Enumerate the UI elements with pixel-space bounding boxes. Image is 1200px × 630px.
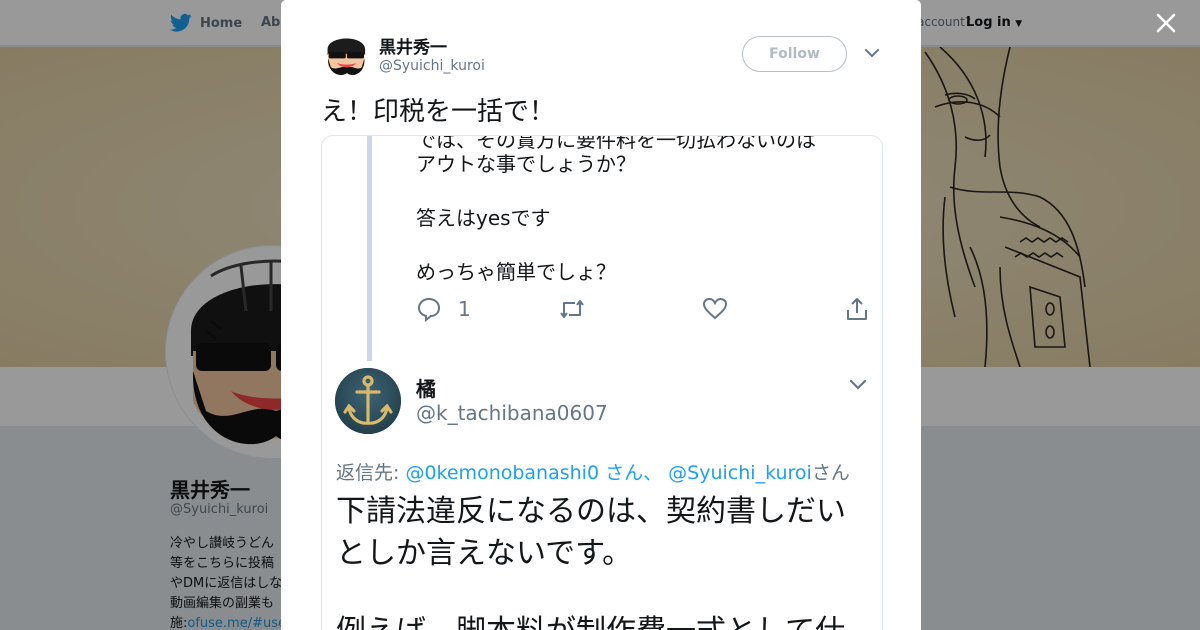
mention-link: @0kemonobanashi0 [405, 462, 600, 484]
reply-to-prefix: 返信先: [336, 462, 400, 484]
mention-link: @Syuichi_kuroi [668, 462, 812, 484]
chevron-down-icon [849, 379, 867, 390]
retweet-icon [560, 300, 584, 318]
author-avatar[interactable] [323, 31, 369, 77]
tweet-text: え！印税を一括で！ [321, 97, 556, 127]
chevron-down-icon[interactable] [863, 44, 881, 62]
author-name[interactable]: 黒井秀一 [379, 33, 447, 58]
reply-user-handle: @k_tachibana0607 [416, 401, 608, 425]
screenshot-line: 答えはyesです [416, 206, 551, 230]
mention-suffix: さん [811, 462, 850, 484]
share-icon [847, 298, 867, 320]
mention-suffix: さん、 [605, 462, 663, 484]
screenshot-line: アウトな事でしょうか？ [416, 152, 636, 176]
reply-body-line: 下請法違反になるのは、契約書しだい [336, 494, 846, 529]
author-handle[interactable]: @Syuichi_kuroi [379, 58, 485, 74]
close-icon [1156, 13, 1176, 33]
share-action [844, 296, 870, 322]
reply-user-avatar [335, 368, 401, 434]
screenshot-line: めっちゃ簡単でしょ？ [416, 260, 616, 284]
author-avatar-illustration [323, 31, 369, 77]
reply-count: 1 [458, 297, 471, 321]
retweet-action [558, 296, 586, 322]
tweet-modal: 黒井秀一 @Syuichi_kuroi Follow え！印税を一括で！ では、… [281, 0, 921, 630]
thread-line [367, 136, 372, 361]
reply-action: 1 [416, 296, 471, 322]
reply-user-name: 橘 [416, 377, 436, 401]
like-action [702, 296, 728, 322]
tweet-image[interactable]: では、その賞方に要件料を一切払わないのは アウトな事でしょうか？ 答えはyesで… [321, 135, 883, 630]
close-button[interactable] [1154, 12, 1178, 36]
reply-body-line: 例えば、脚本料が制作費一式として仕 [336, 606, 845, 630]
reply-body-line: としか言えないです。 [336, 536, 633, 571]
reply-to-line: 返信先: @0kemonobanashi0 さん、 @Syuichi_kuroi… [336, 458, 850, 485]
heart-icon [702, 297, 728, 320]
follow-button[interactable]: Follow [742, 36, 847, 72]
anchor-icon [335, 368, 401, 434]
reply-icon [417, 297, 441, 322]
